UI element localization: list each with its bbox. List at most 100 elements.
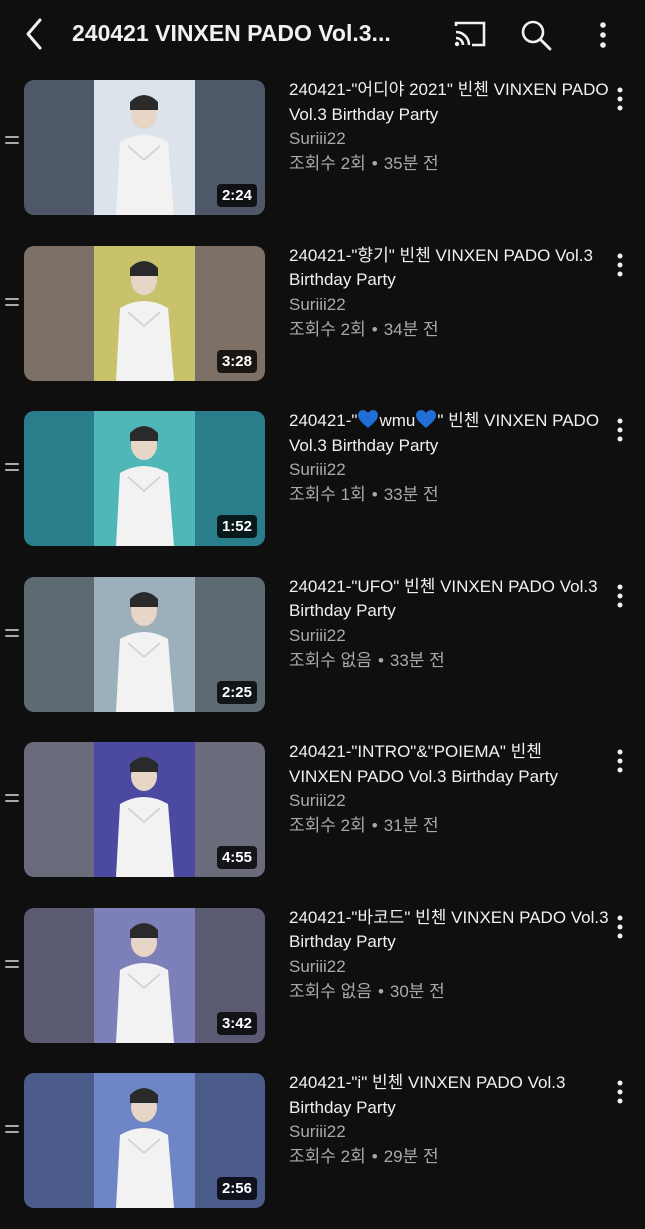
meta-separator-dot: • [371, 485, 378, 504]
meta-separator-dot: • [371, 154, 378, 173]
video-title-text: 240421-"i" 빈첸 VINXEN PADO Vol.3 Birthday… [289, 1073, 566, 1117]
upload-age: 33분 전 [383, 485, 439, 504]
drag-handle-icon[interactable] [5, 136, 19, 148]
search-icon [521, 20, 552, 51]
more-vert-icon [617, 418, 623, 442]
channel-name[interactable]: Suriii22 [289, 624, 609, 648]
video-info: 240421-"UFO" 빈첸 VINXEN PADO Vol.3 Birthd… [289, 575, 609, 674]
view-count: 조회수 2회 [289, 319, 366, 339]
back-button[interactable] [18, 14, 54, 54]
upload-age: 33분 전 [389, 650, 445, 670]
upload-age: 35분 전 [383, 154, 439, 173]
view-count: 조회수 없음 [289, 650, 372, 670]
drag-handle-icon[interactable] [5, 628, 19, 641]
video-title[interactable]: 240421-"INTRO"&"POIEMA" 빈첸 VINXEN PADO V… [289, 740, 609, 789]
playlist-video-item[interactable]: 3:42 240421-"바코드" 빈첸 VINXEN PADO Vol.3 B… [0, 898, 645, 1064]
video-title-text: 240421-"INTRO"&"POIEMA" 빈첸 VINXEN PADO V… [289, 742, 558, 786]
drag-handle-icon[interactable] [5, 297, 19, 310]
video-title[interactable]: 240421-" wmu " 빈첸 VINXEN PADO Vol.3 Birthd… [289, 409, 609, 458]
more-vert-icon [617, 749, 623, 773]
drag-handle-icon[interactable] [5, 959, 19, 972]
video-thumbnail[interactable]: 2:25 [24, 576, 265, 712]
playlist-title: 240421 VINXEN PADO Vol.3... [72, 20, 391, 46]
video-title[interactable]: 240421-"UFO" 빈첸 VINXEN PADO Vol.3 Birthd… [289, 575, 609, 624]
video-title-text: 240421-"어디야 2021" 빈첸 VINXEN PADO Vol.3 B… [289, 80, 609, 124]
playlist-video-item[interactable]: 2:24 240421-"어디야 2021" 빈첸 VINXEN PADO Vo… [0, 70, 645, 236]
view-count: 조회수 2회 [289, 816, 366, 835]
blue-heart-emoji-icon [358, 410, 379, 428]
more-vert-icon [600, 22, 606, 48]
meta-separator-dot: • [377, 981, 384, 1001]
channel-name[interactable]: Suriii22 [289, 1120, 609, 1144]
video-more-options-button[interactable] [610, 581, 630, 611]
cast-button[interactable] [452, 18, 488, 50]
video-thumbnail[interactable]: 1:52 [24, 411, 265, 546]
video-duration-badge: 3:42 [216, 1011, 257, 1035]
video-title[interactable]: 240421-"바코드" 빈첸 VINXEN PADO Vol.3 Birthd… [289, 906, 609, 955]
more-options-button[interactable] [592, 18, 614, 52]
playlist-video-item[interactable]: 1:52 240421-" wmu " 빈첸 VINXEN PADO Vol.3 B… [0, 401, 645, 567]
video-info: 240421-"향기" 빈첸 VINXEN PADO Vol.3 Birthda… [289, 244, 609, 343]
playlist-video-item[interactable]: 2:56 240421-"i" 빈첸 VINXEN PADO Vol.3 Bir… [0, 1063, 645, 1229]
video-info: 240421-"INTRO"&"POIEMA" 빈첸 VINXEN PADO V… [289, 740, 609, 839]
video-info: 240421-"i" 빈첸 VINXEN PADO Vol.3 Birthday… [289, 1071, 609, 1170]
video-meta: 조회수 없음 • 30분 전 [289, 979, 609, 1005]
video-meta: 조회수 2회 • 34분 전 [289, 317, 609, 343]
search-button[interactable] [519, 18, 553, 52]
playlist-video-item[interactable]: 4:55 240421-"INTRO"&"POIEMA" 빈첸 VINXEN P… [0, 732, 645, 898]
video-more-options-button[interactable] [610, 912, 630, 942]
view-count: 조회수 2회 [289, 154, 366, 173]
video-info: 240421-" wmu " 빈첸 VINXEN PADO Vol.3 Birthd… [289, 409, 609, 508]
playlist-video-item[interactable]: 3:28 240421-"향기" 빈첸 VINXEN PADO Vol.3 Bi… [0, 236, 645, 402]
playlist-video-item[interactable]: 2:25 240421-"UFO" 빈첸 VINXEN PADO Vol.3 B… [0, 567, 645, 733]
channel-name[interactable]: Suriii22 [289, 458, 609, 482]
drag-handle-icon[interactable] [5, 794, 19, 806]
channel-name[interactable]: Suriii22 [289, 127, 609, 151]
video-title[interactable]: 240421-"어디야 2021" 빈첸 VINXEN PADO Vol.3 B… [289, 78, 609, 127]
video-meta: 조회수 2회 • 29분 전 [289, 1144, 609, 1170]
video-meta: 조회수 2회 • 35분 전 [289, 151, 609, 177]
video-duration-badge: 1:52 [216, 515, 257, 538]
top-app-bar: 240421 VINXEN PADO Vol.3... [0, 0, 645, 70]
video-duration-badge: 2:56 [216, 1177, 257, 1200]
upload-age: 31분 전 [383, 816, 439, 835]
drag-handle-icon[interactable] [5, 1125, 19, 1137]
meta-separator-dot: • [377, 650, 384, 670]
upload-age: 34분 전 [383, 319, 439, 339]
blue-heart-emoji-icon [416, 410, 437, 428]
video-more-options-button[interactable] [610, 1077, 630, 1107]
video-info: 240421-"어디야 2021" 빈첸 VINXEN PADO Vol.3 B… [289, 78, 609, 177]
meta-separator-dot: • [371, 816, 378, 835]
video-more-options-button[interactable] [610, 746, 630, 776]
video-meta: 조회수 2회 • 31분 전 [289, 813, 609, 839]
video-title-mid: wmu [379, 411, 416, 430]
channel-name[interactable]: Suriii22 [289, 293, 609, 317]
back-arrow-icon [26, 18, 42, 50]
playlist-video-list: 2:24 240421-"어디야 2021" 빈첸 VINXEN PADO Vo… [0, 70, 645, 1229]
video-title[interactable]: 240421-"i" 빈첸 VINXEN PADO Vol.3 Birthday… [289, 1071, 609, 1120]
video-thumbnail[interactable]: 2:56 [24, 1073, 265, 1208]
view-count: 조회수 1회 [289, 485, 366, 504]
cast-icon [454, 21, 486, 47]
video-more-options-button[interactable] [610, 84, 630, 114]
video-thumbnail[interactable]: 2:24 [24, 80, 265, 215]
video-thumbnail[interactable]: 3:28 [24, 245, 265, 381]
channel-name[interactable]: Suriii22 [289, 789, 609, 813]
more-vert-icon [617, 584, 623, 607]
video-duration-badge: 2:25 [216, 680, 257, 704]
channel-name[interactable]: Suriii22 [289, 955, 609, 979]
video-title[interactable]: 240421-"향기" 빈첸 VINXEN PADO Vol.3 Birthda… [289, 244, 609, 293]
video-info: 240421-"바코드" 빈첸 VINXEN PADO Vol.3 Birthd… [289, 906, 609, 1005]
video-thumbnail[interactable]: 4:55 [24, 742, 265, 877]
video-meta: 조회수 없음 • 33분 전 [289, 648, 609, 674]
video-title-text: 240421-"UFO" 빈첸 VINXEN PADO Vol.3 Birthd… [289, 576, 598, 621]
video-title-prefix: 240421-" [289, 411, 358, 430]
video-more-options-button[interactable] [610, 415, 630, 445]
meta-separator-dot: • [371, 1147, 378, 1166]
video-title-text: 240421-"향기" 빈첸 VINXEN PADO Vol.3 Birthda… [289, 245, 593, 290]
video-duration-badge: 3:28 [216, 349, 257, 373]
drag-handle-icon[interactable] [5, 463, 19, 475]
video-more-options-button[interactable] [610, 250, 630, 280]
more-vert-icon [617, 253, 623, 276]
video-thumbnail[interactable]: 3:42 [24, 907, 265, 1043]
